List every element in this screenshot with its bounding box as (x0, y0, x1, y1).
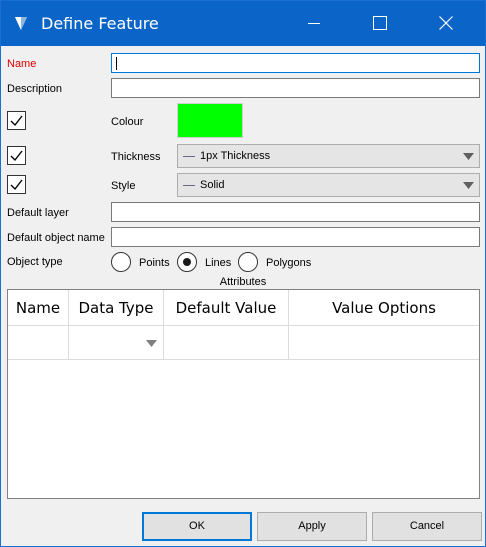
thickness-dropdown[interactable]: 1px Thickness (177, 144, 480, 168)
column-header-value-options-label: Value Options (332, 299, 436, 317)
cell-name[interactable] (8, 326, 69, 360)
attributes-grid[interactable]: Name Data Type Default Value Value Optio… (7, 289, 480, 499)
apply-button-label: Apply (298, 520, 326, 532)
maximize-icon (373, 16, 387, 30)
column-header-data-type-label: Data Type (78, 299, 154, 317)
style-checkbox[interactable] (7, 175, 26, 194)
radio-lines[interactable] (177, 252, 197, 272)
object-type-label: Object type (7, 256, 63, 268)
chevron-down-icon (463, 153, 474, 160)
style-value: Solid (200, 179, 225, 191)
ok-button[interactable]: OK (142, 512, 252, 541)
radio-polygons-label[interactable]: Polygons (266, 257, 311, 269)
ok-button-label: OK (189, 520, 205, 532)
default-object-name-label: Default object name (7, 232, 105, 244)
apply-button[interactable]: Apply (257, 512, 367, 541)
close-button[interactable] (423, 1, 469, 46)
cell-value-options[interactable] (289, 326, 479, 360)
checkmark-icon (10, 150, 23, 162)
style-label: Style (111, 180, 136, 192)
column-header-name[interactable]: Name (8, 290, 69, 326)
dialog-body: Name Description Colour Thickness 1px Th (1, 46, 485, 546)
style-dropdown[interactable]: Solid (177, 173, 480, 197)
description-input[interactable] (111, 78, 480, 98)
radio-lines-label[interactable]: Lines (205, 257, 231, 269)
thickness-checkbox[interactable] (7, 146, 26, 165)
window-title: Define Feature (41, 14, 159, 33)
close-icon (439, 16, 453, 30)
chevron-down-icon (463, 182, 474, 189)
column-header-name-label: Name (15, 299, 61, 317)
minimize-icon (308, 23, 320, 24)
name-input[interactable] (111, 53, 480, 73)
title-bar[interactable]: Define Feature (1, 1, 485, 46)
thickness-label: Thickness (111, 151, 161, 163)
checkmark-icon (10, 115, 23, 127)
minimize-button[interactable] (291, 1, 337, 46)
cell-data-type-dropdown[interactable] (69, 326, 164, 360)
description-label: Description (7, 83, 63, 95)
column-header-default-value-label: Default Value (175, 299, 277, 317)
colour-checkbox[interactable] (7, 111, 26, 130)
app-logo-icon (15, 17, 27, 30)
radio-selected-dot (183, 258, 191, 266)
default-object-name-input[interactable] (111, 227, 480, 247)
colour-label: Colour (111, 116, 144, 128)
attributes-caption: Attributes (219, 276, 267, 288)
text-caret (116, 57, 117, 70)
line-sample-icon (183, 156, 195, 157)
line-sample-icon (183, 185, 195, 186)
cancel-button-label: Cancel (409, 520, 445, 532)
thickness-value: 1px Thickness (200, 150, 271, 162)
name-label: Name (7, 58, 37, 70)
default-layer-label: Default layer (7, 207, 69, 219)
column-header-value-options[interactable]: Value Options (289, 290, 479, 326)
maximize-button[interactable] (357, 1, 403, 46)
radio-points-label[interactable]: Points (139, 257, 170, 269)
colour-swatch[interactable] (177, 103, 243, 138)
column-header-data-type[interactable]: Data Type (69, 290, 164, 326)
chevron-down-icon (146, 340, 157, 347)
column-header-default-value[interactable]: Default Value (164, 290, 289, 326)
radio-polygons[interactable] (238, 252, 258, 272)
radio-points[interactable] (111, 252, 131, 272)
cell-default-value[interactable] (164, 326, 289, 360)
cancel-button[interactable]: Cancel (372, 512, 482, 541)
default-layer-input[interactable] (111, 202, 480, 222)
checkmark-icon (10, 179, 23, 191)
define-feature-window: Define Feature Name Description Colour T… (0, 0, 486, 547)
